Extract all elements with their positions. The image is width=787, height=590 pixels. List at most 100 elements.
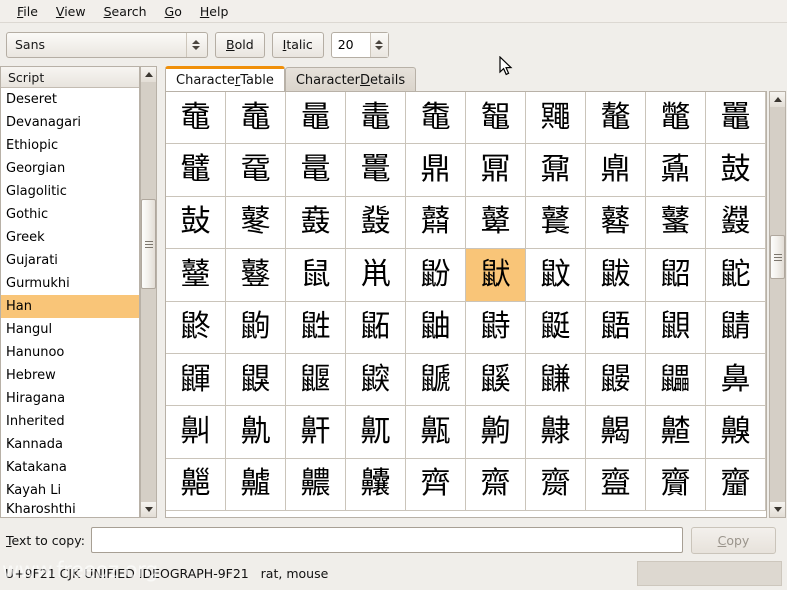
character-cell[interactable]: 鼝: [706, 196, 766, 250]
character-cell[interactable]: 鼔: [166, 196, 226, 250]
character-cell[interactable]: 齂: [526, 406, 586, 459]
menu-go[interactable]: Go: [156, 2, 191, 21]
menu-search[interactable]: Search: [95, 2, 156, 21]
character-cell[interactable]: 鼨: [166, 301, 226, 354]
character-cell[interactable]: 鼃: [346, 92, 406, 145]
character-cell[interactable]: 鼷: [466, 353, 526, 407]
character-cell[interactable]: 鼜: [646, 196, 706, 250]
character-cell[interactable]: 鼓: [706, 144, 766, 197]
character-cell[interactable]: 鼕: [226, 196, 286, 250]
character-cell[interactable]: 鼙: [466, 196, 526, 250]
character-cell[interactable]: 鼻: [706, 353, 766, 407]
sidebar-scrollbar[interactable]: [140, 66, 157, 518]
character-cell[interactable]: 鼗: [346, 196, 406, 250]
character-cell[interactable]: 鼬: [406, 301, 466, 354]
character-cell[interactable]: 鼣: [466, 249, 526, 302]
character-cell[interactable]: 鼱: [706, 301, 766, 354]
character-cell[interactable]: 鼦: [646, 249, 706, 302]
character-cell[interactable]: 鼳: [226, 353, 286, 407]
sidebar-item-devanagari[interactable]: Devanagari: [1, 111, 139, 134]
character-cell[interactable]: 齉: [346, 458, 406, 512]
character-cell[interactable]: 齀: [406, 406, 466, 459]
character-cell[interactable]: 鼂: [286, 92, 346, 145]
sidebar-item-kannada[interactable]: Kannada: [1, 433, 139, 456]
character-grid[interactable]: 鼀鼁鼂鼃鼄鼅鼆鼇鼈鼉鼊鼋鼌鼍鼎鼏鼐鼑鼒鼓鼔鼕鼖鼗鼘鼙鼚鼛鼜鼝鼞鼟鼠鼡鼢鼣鼤鼥鼦鼧…: [166, 92, 766, 512]
character-cell[interactable]: 鼯: [586, 301, 646, 354]
character-cell[interactable]: 鼁: [226, 92, 286, 145]
character-cell[interactable]: 鼌: [286, 144, 346, 197]
character-cell[interactable]: 齎: [646, 458, 706, 512]
sidebar-item-kharoshthi[interactable]: Kharoshthi: [1, 502, 139, 517]
sidebar-item-hanunoo[interactable]: Hanunoo: [1, 341, 139, 364]
character-cell[interactable]: 鼶: [406, 353, 466, 407]
character-cell[interactable]: 鼚: [526, 196, 586, 250]
sidebar-item-glagolitic[interactable]: Glagolitic: [1, 180, 139, 203]
character-cell[interactable]: 鼋: [226, 144, 286, 197]
sidebar-item-hiragana[interactable]: Hiragana: [1, 387, 139, 410]
character-cell[interactable]: 鼥: [586, 249, 646, 302]
character-cell[interactable]: 齁: [466, 406, 526, 459]
character-cell[interactable]: 鼒: [646, 144, 706, 197]
character-cell[interactable]: 齆: [166, 458, 226, 512]
character-cell[interactable]: 鼊: [166, 144, 226, 197]
character-cell[interactable]: 鼡: [346, 249, 406, 302]
sidebar-item-kayah-li[interactable]: Kayah Li: [1, 479, 139, 502]
font-size-spinner[interactable]: 20: [330, 31, 389, 58]
character-cell[interactable]: 鼉: [706, 92, 766, 145]
character-cell[interactable]: 鼢: [406, 249, 466, 302]
sidebar-item-gurmukhi[interactable]: Gurmukhi: [1, 272, 139, 295]
grid-scroll-up-button[interactable]: [770, 92, 785, 107]
character-cell[interactable]: 鼴: [286, 353, 346, 407]
menu-file[interactable]: File: [8, 2, 47, 21]
sidebar-scroll-down-button[interactable]: [141, 502, 156, 517]
spinner-arrows-icon[interactable]: [369, 32, 388, 57]
character-cell[interactable]: 鼵: [346, 353, 406, 407]
character-cell[interactable]: 鼧: [706, 249, 766, 302]
character-cell[interactable]: 鼇: [586, 92, 646, 145]
character-cell[interactable]: 鼹: [586, 353, 646, 407]
sidebar-scrollbar-thumb[interactable]: [141, 199, 156, 289]
character-cell[interactable]: 鼸: [526, 353, 586, 407]
character-cell[interactable]: 鼖: [286, 196, 346, 250]
character-cell[interactable]: 鼰: [646, 301, 706, 354]
character-cell[interactable]: 鼮: [526, 301, 586, 354]
tab-character-details[interactable]: Character Details: [284, 67, 417, 92]
character-cell[interactable]: 齄: [646, 406, 706, 459]
copy-button[interactable]: Copy: [690, 526, 776, 554]
character-cell[interactable]: 鼠: [286, 249, 346, 302]
character-cell[interactable]: 鼩: [226, 301, 286, 354]
sidebar-item-hangul[interactable]: Hangul: [1, 318, 139, 341]
character-cell[interactable]: 鼲: [166, 353, 226, 407]
sidebar-item-deseret[interactable]: Deseret: [1, 88, 139, 111]
character-cell[interactable]: 齏: [706, 458, 766, 512]
menu-help[interactable]: Help: [191, 2, 238, 21]
character-cell[interactable]: 鼫: [346, 301, 406, 354]
menu-view[interactable]: View: [47, 2, 95, 21]
sidebar-item-gujarati[interactable]: Gujarati: [1, 249, 139, 272]
sidebar-item-han[interactable]: Han: [1, 295, 139, 318]
grid-scroll-down-button[interactable]: [770, 502, 785, 517]
character-cell[interactable]: 齈: [286, 458, 346, 512]
character-cell[interactable]: 齋: [466, 458, 526, 512]
character-cell[interactable]: 鼈: [646, 92, 706, 145]
character-cell[interactable]: 鼄: [406, 92, 466, 145]
character-cell[interactable]: 鼀: [166, 92, 226, 145]
character-cell[interactable]: 鼍: [346, 144, 406, 197]
sidebar-item-greek[interactable]: Greek: [1, 226, 139, 249]
character-cell[interactable]: 齍: [586, 458, 646, 512]
tab-character-table[interactable]: Characte r Table: [165, 66, 285, 92]
text-to-copy-input[interactable]: [90, 527, 683, 553]
character-cell[interactable]: 鼪: [286, 301, 346, 354]
character-cell[interactable]: 鼐: [526, 144, 586, 197]
character-cell[interactable]: 鼞: [166, 249, 226, 302]
character-cell[interactable]: 齇: [226, 458, 286, 512]
sidebar-item-gothic[interactable]: Gothic: [1, 203, 139, 226]
character-cell[interactable]: 鼺: [646, 353, 706, 407]
character-cell[interactable]: 鼑: [586, 144, 646, 197]
character-cell[interactable]: 鼤: [526, 249, 586, 302]
character-cell[interactable]: 齃: [586, 406, 646, 459]
character-cell[interactable]: 鼆: [526, 92, 586, 145]
font-family-combobox[interactable]: Sans: [6, 31, 208, 58]
character-cell[interactable]: 齊: [406, 458, 466, 512]
character-cell[interactable]: 鼘: [406, 196, 466, 250]
